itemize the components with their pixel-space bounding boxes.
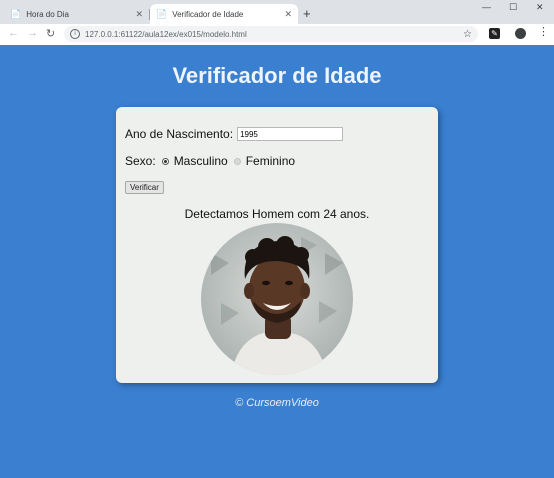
sex-label: Sexo: [125, 154, 156, 168]
result-photo [201, 223, 353, 375]
extension-icon[interactable]: ✎ [489, 28, 500, 39]
new-tab-button[interactable]: + [303, 6, 311, 21]
radio-masculino-label[interactable]: Masculino [174, 154, 228, 168]
birth-year-label: Ano de Nascimento: [125, 127, 234, 141]
tab-hora-do-dia[interactable]: 📄 Hora do Dia ✕ [4, 4, 149, 24]
toolbar: ← → ↻ i 127.0.0.1:61122/aula12ex/ex015/m… [0, 24, 554, 46]
info-icon[interactable]: i [70, 29, 80, 39]
bookmark-star-icon[interactable]: ☆ [463, 29, 472, 40]
forward-icon[interactable]: → [27, 27, 38, 39]
page-icon: 📄 [156, 8, 168, 19]
close-tab-icon[interactable]: ✕ [284, 9, 292, 20]
radio-feminino[interactable] [233, 157, 241, 165]
tab-verificador-de-idade[interactable]: 📄 Verificador de Idade ✕ [150, 4, 298, 24]
reload-icon[interactable]: ↻ [46, 27, 55, 40]
verify-button[interactable]: Verificar [125, 181, 164, 194]
close-window-icon[interactable]: ✕ [536, 2, 544, 13]
man-portrait-image [201, 223, 353, 375]
birth-year-input[interactable] [237, 127, 344, 141]
tab-label: Verificador de Idade [172, 9, 244, 19]
url-text: 127.0.0.1:61122/aula12ex/ex015/modelo.ht… [85, 29, 247, 39]
minimize-icon[interactable]: — [482, 2, 491, 12]
address-bar[interactable]: i 127.0.0.1:61122/aula12ex/ex015/modelo.… [64, 26, 478, 42]
page-content: Verificador de Idade Ano de Nascimento: … [0, 45, 554, 478]
birth-year-row: Ano de Nascimento: [125, 127, 344, 141]
page-title: Verificador de Idade [172, 63, 382, 88]
maximize-icon[interactable]: ☐ [509, 2, 517, 13]
close-tab-icon[interactable]: ✕ [135, 9, 143, 20]
sex-row: Sexo: Masculino Feminino [125, 154, 295, 168]
result-text: Detectamos Homem com 24 anos. [184, 207, 370, 221]
footer-credit: © CursoemVideo [235, 397, 319, 409]
form-card: Ano de Nascimento: Sexo: Masculino Femin… [116, 107, 438, 383]
radio-masculino[interactable] [161, 157, 169, 165]
radio-feminino-label[interactable]: Feminino [246, 154, 295, 168]
browser-chrome: 📄 Hora do Dia ✕ 📄 Verificador de Idade ✕… [0, 0, 554, 46]
page-icon: 📄 [10, 8, 22, 19]
tab-label: Hora do Dia [26, 9, 69, 19]
tab-strip: 📄 Hora do Dia ✕ 📄 Verificador de Idade ✕… [0, 0, 554, 24]
profile-avatar-icon[interactable] [515, 28, 526, 39]
back-icon[interactable]: ← [8, 27, 19, 39]
menu-icon[interactable]: ⋮ [538, 25, 549, 38]
